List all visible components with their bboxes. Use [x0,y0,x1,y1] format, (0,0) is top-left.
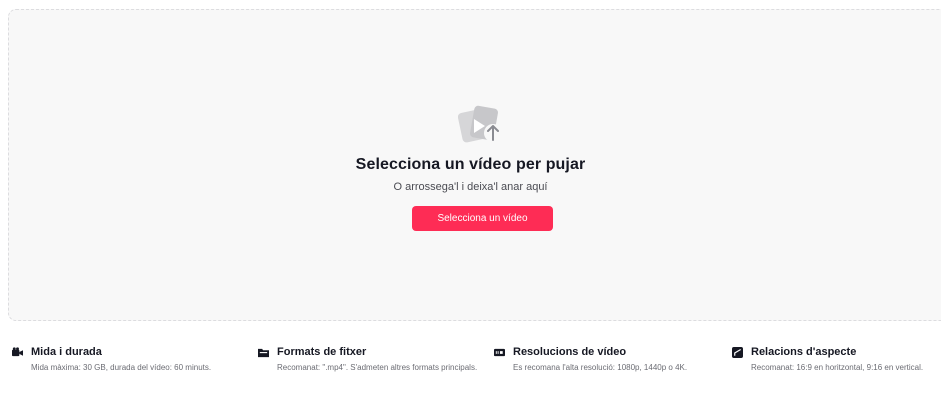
info-description: Es recomana l'alta resolució: 1080p, 144… [513,363,688,372]
info-title: Resolucions de vídeo [513,346,627,358]
info-file-formats: Formats de fitxer Recomanat: ".mp4". S'a… [258,346,487,373]
video-upload-icon [458,105,502,143]
info-description: Mida màxima: 30 GB, durada del vídeo: 60… [31,363,212,372]
info-description: Recomanat: ".mp4". S'admeten altres form… [277,363,478,372]
upload-page: Selecciona un vídeo per pujar O arrosseg… [0,0,941,400]
info-title: Mida i durada [31,346,102,358]
folder-icon [258,348,269,357]
hd-badge-icon [494,348,505,356]
select-video-button[interactable]: Selecciona un vídeo [412,206,553,231]
upload-title: Selecciona un vídeo per pujar [355,156,586,173]
info-description: Recomanat: 16:9 en horitzontal, 9:16 en … [751,363,924,372]
video-camera-icon [12,346,23,356]
upload-subtitle: O arrossega'l i deixa'l anar aquí [393,181,548,193]
info-title: Relacions d'aspecte [751,346,857,358]
aspect-ratio-icon [732,346,743,358]
info-video-resolutions: Resolucions de vídeo Es recomana l'alta … [494,346,687,373]
info-title: Formats de fitxer [277,346,367,358]
info-aspect-ratios: Relacions d'aspecte Recomanat: 16:9 en h… [732,346,937,373]
info-size-duration: Mida i durada Mida màxima: 30 GB, durada… [12,346,211,373]
